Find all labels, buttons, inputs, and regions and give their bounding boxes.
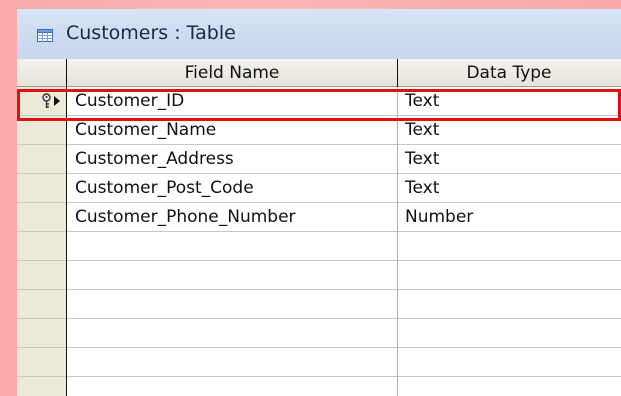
empty-row[interactable] <box>17 319 621 348</box>
window-titlebar[interactable]: Customers : Table <box>17 9 621 59</box>
data-type-header[interactable]: Data Type <box>397 59 621 87</box>
row-selector[interactable] <box>17 174 67 202</box>
column-divider <box>397 87 398 396</box>
table-row[interactable]: Customer_Phone_Number Number <box>17 203 621 232</box>
table-row[interactable]: Customer_ID Text <box>17 87 621 116</box>
row-selector[interactable] <box>17 319 67 347</box>
row-selector[interactable] <box>17 290 67 318</box>
selector-column-divider <box>66 59 67 396</box>
row-selector[interactable] <box>17 116 67 144</box>
empty-row[interactable] <box>17 261 621 290</box>
data-type-cell[interactable]: Text <box>405 145 439 174</box>
field-grid: Field Name Data Type Customer_ID Text Cu… <box>17 59 621 396</box>
table-row[interactable]: Customer_Post_Code Text <box>17 174 621 203</box>
window-title: Customers : Table <box>66 22 236 44</box>
data-type-cell[interactable]: Text <box>405 116 439 145</box>
header-corner[interactable] <box>17 59 67 86</box>
grid-header: Field Name Data Type <box>17 59 621 87</box>
row-selector[interactable] <box>17 145 67 173</box>
field-name-cell[interactable]: Customer_Address <box>75 145 234 174</box>
table-design-window: Customers : Table Field Name Data Type C… <box>17 9 621 396</box>
table-row[interactable]: Customer_Name Text <box>17 116 621 145</box>
field-name-cell[interactable]: Customer_Post_Code <box>75 174 254 203</box>
header-column-divider[interactable] <box>397 59 398 87</box>
data-type-cell[interactable]: Text <box>405 174 439 203</box>
row-pointer-icon <box>54 96 60 106</box>
data-type-cell[interactable]: Number <box>405 203 473 232</box>
field-name-cell[interactable]: Customer_Name <box>75 116 216 145</box>
row-selector[interactable] <box>17 377 67 396</box>
empty-row[interactable] <box>17 377 621 396</box>
table-row[interactable]: Customer_Address Text <box>17 145 621 174</box>
field-name-cell[interactable]: Customer_Phone_Number <box>75 203 296 232</box>
empty-row[interactable] <box>17 348 621 377</box>
row-selector[interactable] <box>17 348 67 376</box>
field-name-header[interactable]: Field Name <box>67 59 397 87</box>
empty-row[interactable] <box>17 290 621 319</box>
row-selector[interactable] <box>17 232 67 260</box>
table-icon <box>37 29 53 42</box>
data-type-cell[interactable]: Text <box>405 87 439 116</box>
row-selector[interactable] <box>17 261 67 289</box>
row-selector[interactable] <box>17 203 67 231</box>
row-selector[interactable] <box>17 87 67 115</box>
key-icon <box>42 93 51 108</box>
empty-row[interactable] <box>17 232 621 261</box>
field-name-cell[interactable]: Customer_ID <box>75 87 184 116</box>
